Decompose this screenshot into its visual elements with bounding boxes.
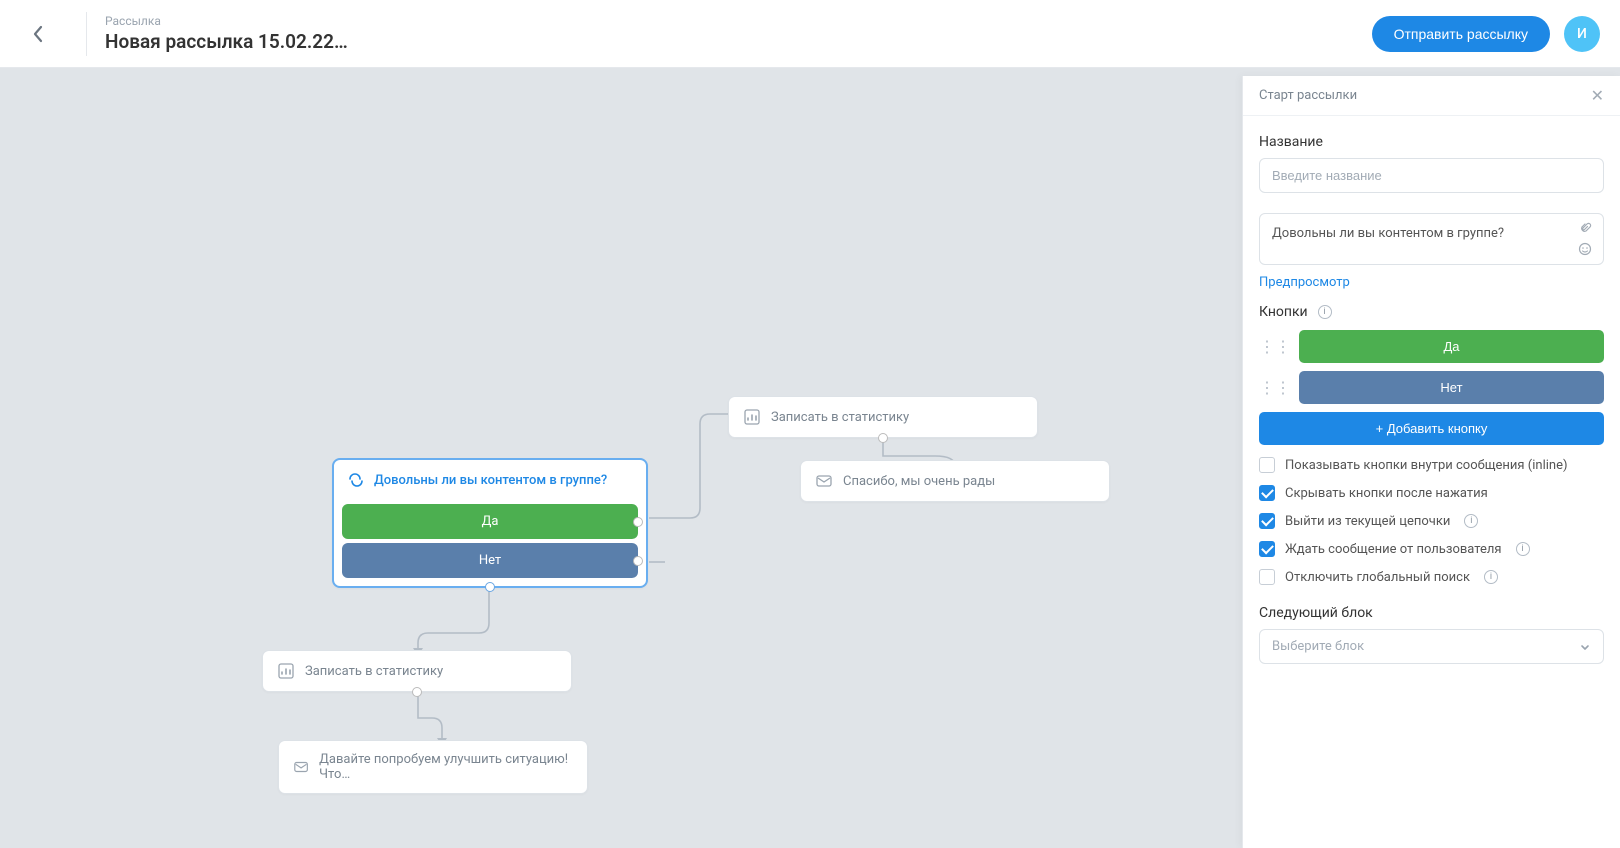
chevron-down-icon: [1579, 641, 1591, 653]
panel-header: Старт рассылки ✕: [1243, 76, 1620, 116]
name-input[interactable]: [1259, 158, 1604, 193]
info-icon[interactable]: i: [1484, 570, 1498, 584]
stats-node-bottom[interactable]: Записать в статистику: [262, 650, 572, 692]
drag-handle-icon[interactable]: ⋮⋮: [1259, 337, 1291, 356]
preview-link[interactable]: Предпросмотр: [1259, 275, 1350, 290]
node-label: Записать в статистику: [771, 410, 909, 425]
buttons-label: Кнопки i: [1259, 304, 1604, 320]
header-title-block: Рассылка Новая рассылка 15.02.22…: [105, 14, 1372, 53]
start-node-header: Довольны ли вы контентом в группе?: [334, 460, 646, 500]
checkbox-hide-after[interactable]: [1259, 485, 1275, 501]
mail-icon: [815, 472, 833, 490]
stats-node-top[interactable]: Записать в статистику: [728, 396, 1038, 438]
mail-icon: [293, 758, 309, 776]
avatar[interactable]: И: [1564, 16, 1600, 52]
node-button-no[interactable]: Нет: [342, 543, 638, 578]
info-icon[interactable]: i: [1318, 305, 1332, 319]
port-icon[interactable]: [412, 687, 422, 697]
checkbox-label: Отключить глобальный поиск: [1285, 570, 1470, 585]
node-label: Давайте попробуем улучшить ситуацию! Что…: [319, 752, 573, 782]
app-header: Рассылка Новая рассылка 15.02.22… Отправ…: [0, 0, 1620, 68]
start-node[interactable]: Довольны ли вы контентом в группе? Да Не…: [332, 458, 648, 588]
panel-title: Старт рассылки: [1259, 88, 1357, 103]
info-icon[interactable]: i: [1464, 514, 1478, 528]
start-node-question: Довольны ли вы контентом в группе?: [374, 473, 607, 488]
send-campaign-button[interactable]: Отправить рассылку: [1372, 16, 1550, 52]
config-button-yes[interactable]: Да: [1299, 330, 1604, 363]
port-icon[interactable]: [485, 582, 495, 592]
thanks-node[interactable]: Спасибо, мы очень рады: [800, 460, 1110, 502]
page-title: Новая рассылка 15.02.22…: [105, 30, 1372, 53]
chevron-left-icon: [32, 25, 44, 43]
checkbox-exit-chain[interactable]: [1259, 513, 1275, 529]
drag-handle-icon[interactable]: ⋮⋮: [1259, 378, 1291, 397]
panel-body: Название Довольны ли вы контентом в груп…: [1243, 116, 1620, 676]
improve-node[interactable]: Давайте попробуем улучшить ситуацию! Что…: [278, 740, 588, 794]
port-icon[interactable]: [633, 517, 643, 527]
stats-icon: [277, 662, 295, 680]
port-icon[interactable]: [878, 433, 888, 443]
add-button[interactable]: + Добавить кнопку: [1259, 412, 1604, 445]
settings-panel: Старт рассылки ✕ Название Довольны ли вы…: [1242, 76, 1620, 848]
port-icon[interactable]: [633, 556, 643, 566]
checkbox-label: Скрывать кнопки после нажатия: [1285, 486, 1488, 501]
node-button-yes[interactable]: Да: [342, 504, 638, 539]
divider: [86, 12, 87, 56]
name-label: Название: [1259, 134, 1604, 150]
checkbox-label: Ждать сообщение от пользователя: [1285, 542, 1502, 557]
config-button-no[interactable]: Нет: [1299, 371, 1604, 404]
next-block-label: Следующий блок: [1259, 605, 1604, 621]
checkbox-global-search[interactable]: [1259, 569, 1275, 585]
stats-icon: [743, 408, 761, 426]
checkbox-label: Выйти из текущей цепочки: [1285, 514, 1450, 529]
next-block-select[interactable]: Выберите блок: [1259, 629, 1604, 664]
info-icon[interactable]: i: [1516, 542, 1530, 556]
message-icon: [348, 472, 364, 488]
header-subtitle: Рассылка: [105, 14, 1372, 28]
message-textarea[interactable]: Довольны ли вы контентом в группе?: [1259, 213, 1604, 265]
back-button[interactable]: [20, 16, 56, 52]
attach-icon[interactable]: [1579, 222, 1593, 240]
node-label: Спасибо, мы очень рады: [843, 474, 995, 489]
checkbox-inline[interactable]: [1259, 457, 1275, 473]
checkbox-label: Показывать кнопки внутри сообщения (inli…: [1285, 458, 1568, 473]
checkbox-wait-msg[interactable]: [1259, 541, 1275, 557]
close-icon[interactable]: ✕: [1591, 86, 1604, 105]
node-label: Записать в статистику: [305, 664, 443, 679]
emoji-icon[interactable]: [1578, 242, 1592, 260]
